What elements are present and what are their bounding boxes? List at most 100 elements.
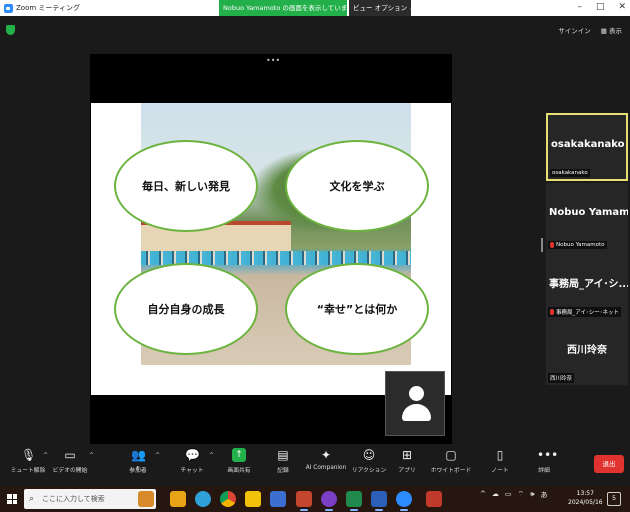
slide-bubble: 毎日、新しい発見 [114, 140, 258, 232]
whiteboard-button-label: ホワイトボード [430, 468, 472, 474]
slide-bubble-text: 自分自身の成長 [147, 303, 225, 316]
taskbar-app-teams-icon[interactable] [321, 491, 337, 511]
view-button-label: 表示 [609, 27, 622, 35]
taskbar-app-chrome-icon[interactable] [220, 491, 236, 507]
ai-sparkle-icon: ✦ [320, 448, 332, 462]
tray-wifi-icon[interactable]: ⌔ [518, 490, 525, 500]
participants-button[interactable]: 👥5 参加者 ^ [112, 448, 164, 474]
view-button[interactable]: ▦ 表示 [601, 25, 622, 35]
taskbar-app-word-icon[interactable] [371, 491, 387, 511]
taskbar-search-input[interactable]: ここに入力して検索 [24, 489, 156, 509]
leave-button[interactable]: 退出 [594, 455, 624, 473]
whiteboard-button[interactable]: ▢ ホワイトボード [425, 448, 477, 474]
microphone-off-icon: 🎙 [21, 448, 37, 462]
more-dots-icon: ••• [537, 448, 559, 462]
windows-start-icon[interactable] [7, 494, 17, 504]
self-video-tile[interactable] [385, 371, 445, 436]
security-shield-icon[interactable] [6, 25, 15, 35]
top-right-controls: サインイン ▦ 表示 [558, 25, 622, 35]
clock-date: 2024/05/16 [568, 499, 603, 506]
participant-tile[interactable]: Nobuo Yamam... Nobuo Yamamoto [546, 183, 628, 251]
tray-language-icon[interactable]: あ [541, 490, 548, 500]
more-button[interactable]: ••• 詳細 [518, 448, 570, 474]
taskbar-app-powerpoint-icon[interactable] [296, 491, 312, 511]
chat-icon: 💬 [185, 448, 200, 462]
record-icon: ▤ [277, 448, 289, 462]
mic-muted-icon [550, 242, 554, 248]
participant-tile[interactable]: osakakanako osakakanako [546, 113, 628, 181]
mute-button-label: ミュート解除 [10, 468, 46, 474]
video-button[interactable]: ▭ ビデオの開始 ^ [44, 448, 96, 474]
participant-label: osakakanako [550, 169, 590, 177]
clock-time: 13:57 [576, 490, 594, 497]
slide-bubble-text: 毎日、新しい発見 [142, 180, 230, 193]
notes-icon: ▯ [496, 448, 504, 462]
participant-tile[interactable]: 西川玲奈 西川玲奈 [546, 317, 628, 385]
tray-chevron-up-icon[interactable]: ^ [480, 490, 486, 500]
participant-name: Nobuo Yamam... [549, 207, 628, 218]
taskbar-app-briefcase-icon[interactable] [138, 491, 154, 507]
mic-muted-icon [550, 309, 554, 315]
avatar-head-icon [409, 386, 424, 401]
chat-button-label: チャット [180, 468, 204, 474]
ai-companion-button-label: AI Companion [305, 465, 347, 471]
participant-name: 西川玲奈 [567, 345, 607, 356]
video-off-icon: ▭ [64, 448, 76, 462]
notes-button-label: ノート [491, 468, 509, 474]
slide-bubble: 自分自身の成長 [114, 263, 258, 355]
more-button-label: 詳細 [538, 468, 550, 474]
tray-cloud-icon[interactable]: ☁ [492, 490, 499, 500]
reaction-smiley-icon: ☺ [362, 448, 376, 462]
apps-button-label: アプリ [398, 468, 416, 474]
tray-battery-icon[interactable]: ▭ [505, 490, 512, 500]
taskbar-app-photos-icon[interactable] [270, 491, 286, 507]
share-screen-icon: ↑ [232, 448, 246, 462]
share-screen-button-label: 画面共有 [227, 468, 251, 474]
system-tray: ^ ☁ ▭ ⌔ 🕪 あ [480, 490, 548, 500]
notification-center-button[interactable]: 5 [607, 492, 621, 506]
slide-bubble-text: “幸せ”とは何か [316, 303, 398, 316]
avatar-body-icon [402, 404, 431, 421]
maximize-icon[interactable]: □ [596, 2, 605, 12]
panel-resize-handle[interactable] [541, 238, 543, 252]
video-options-chevron-icon[interactable]: ^ [89, 452, 94, 459]
apps-icon: ⊞ [401, 448, 413, 462]
participant-name: osakakanako [551, 139, 625, 150]
record-button-label: 記録 [277, 468, 289, 474]
app-title-text: Zoom ミーティング [16, 4, 80, 12]
participants-options-chevron-icon[interactable]: ^ [155, 452, 160, 459]
participant-label: Nobuo Yamamoto [548, 241, 607, 249]
taskbar-clock[interactable]: 13:57 2024/05/16 [568, 489, 603, 507]
minimize-icon[interactable]: – [577, 2, 582, 12]
close-icon[interactable]: ✕ [618, 2, 626, 12]
participant-label-text: osakakanako [552, 170, 588, 176]
share-more-icon[interactable]: ••• [266, 56, 280, 65]
screen-share-banner[interactable]: Nobuo Yamamoto の画面を表示しています [219, 0, 347, 16]
participant-label-text: 西川玲奈 [550, 376, 573, 382]
app-title: Zoom ミーティング [4, 3, 80, 13]
taskbar-app-zoom-icon[interactable] [396, 491, 412, 511]
slide-bubble: “幸せ”とは何か [285, 263, 429, 355]
slide-bubble: 文化を学ぶ [285, 140, 429, 232]
view-options-button[interactable]: ビュー オプション ⌄ [349, 0, 415, 16]
taskbar-app-acrobat-icon[interactable] [426, 491, 442, 507]
window-controls: – □ ✕ [577, 2, 626, 12]
taskbar-app-edge-icon[interactable] [195, 491, 211, 507]
signin-button[interactable]: サインイン [558, 25, 591, 35]
taskbar-app-explorer-icon[interactable] [170, 491, 186, 507]
participant-tile[interactable]: 事務局_アイ･シ... 事務局_アイ･シー･ネット [546, 251, 628, 319]
participant-label-text: Nobuo Yamamoto [556, 242, 605, 248]
video-button-label: ビデオの開始 [52, 468, 88, 474]
tray-volume-icon[interactable]: 🕪 [530, 490, 534, 500]
taskbar-app-folder-icon[interactable] [245, 491, 261, 507]
zoom-logo-icon [4, 3, 13, 13]
slide-bubble-text: 文化を学ぶ [329, 180, 385, 193]
participant-name: 事務局_アイ･シ... [549, 279, 628, 290]
taskbar-app-excel-icon[interactable] [346, 491, 362, 511]
participants-icon: 👥5 [131, 448, 146, 472]
participants-button-label: 参加者 [129, 468, 147, 474]
windows-taskbar: ここに入力して検索 ^ ☁ ▭ ⌔ 🕪 あ 13:57 2024/05/16 5 [0, 486, 630, 512]
whiteboard-icon: ▢ [445, 448, 457, 462]
participant-label-text: 事務局_アイ･シー･ネット [556, 310, 619, 316]
chat-button[interactable]: 💬 チャット ^ [166, 448, 218, 474]
